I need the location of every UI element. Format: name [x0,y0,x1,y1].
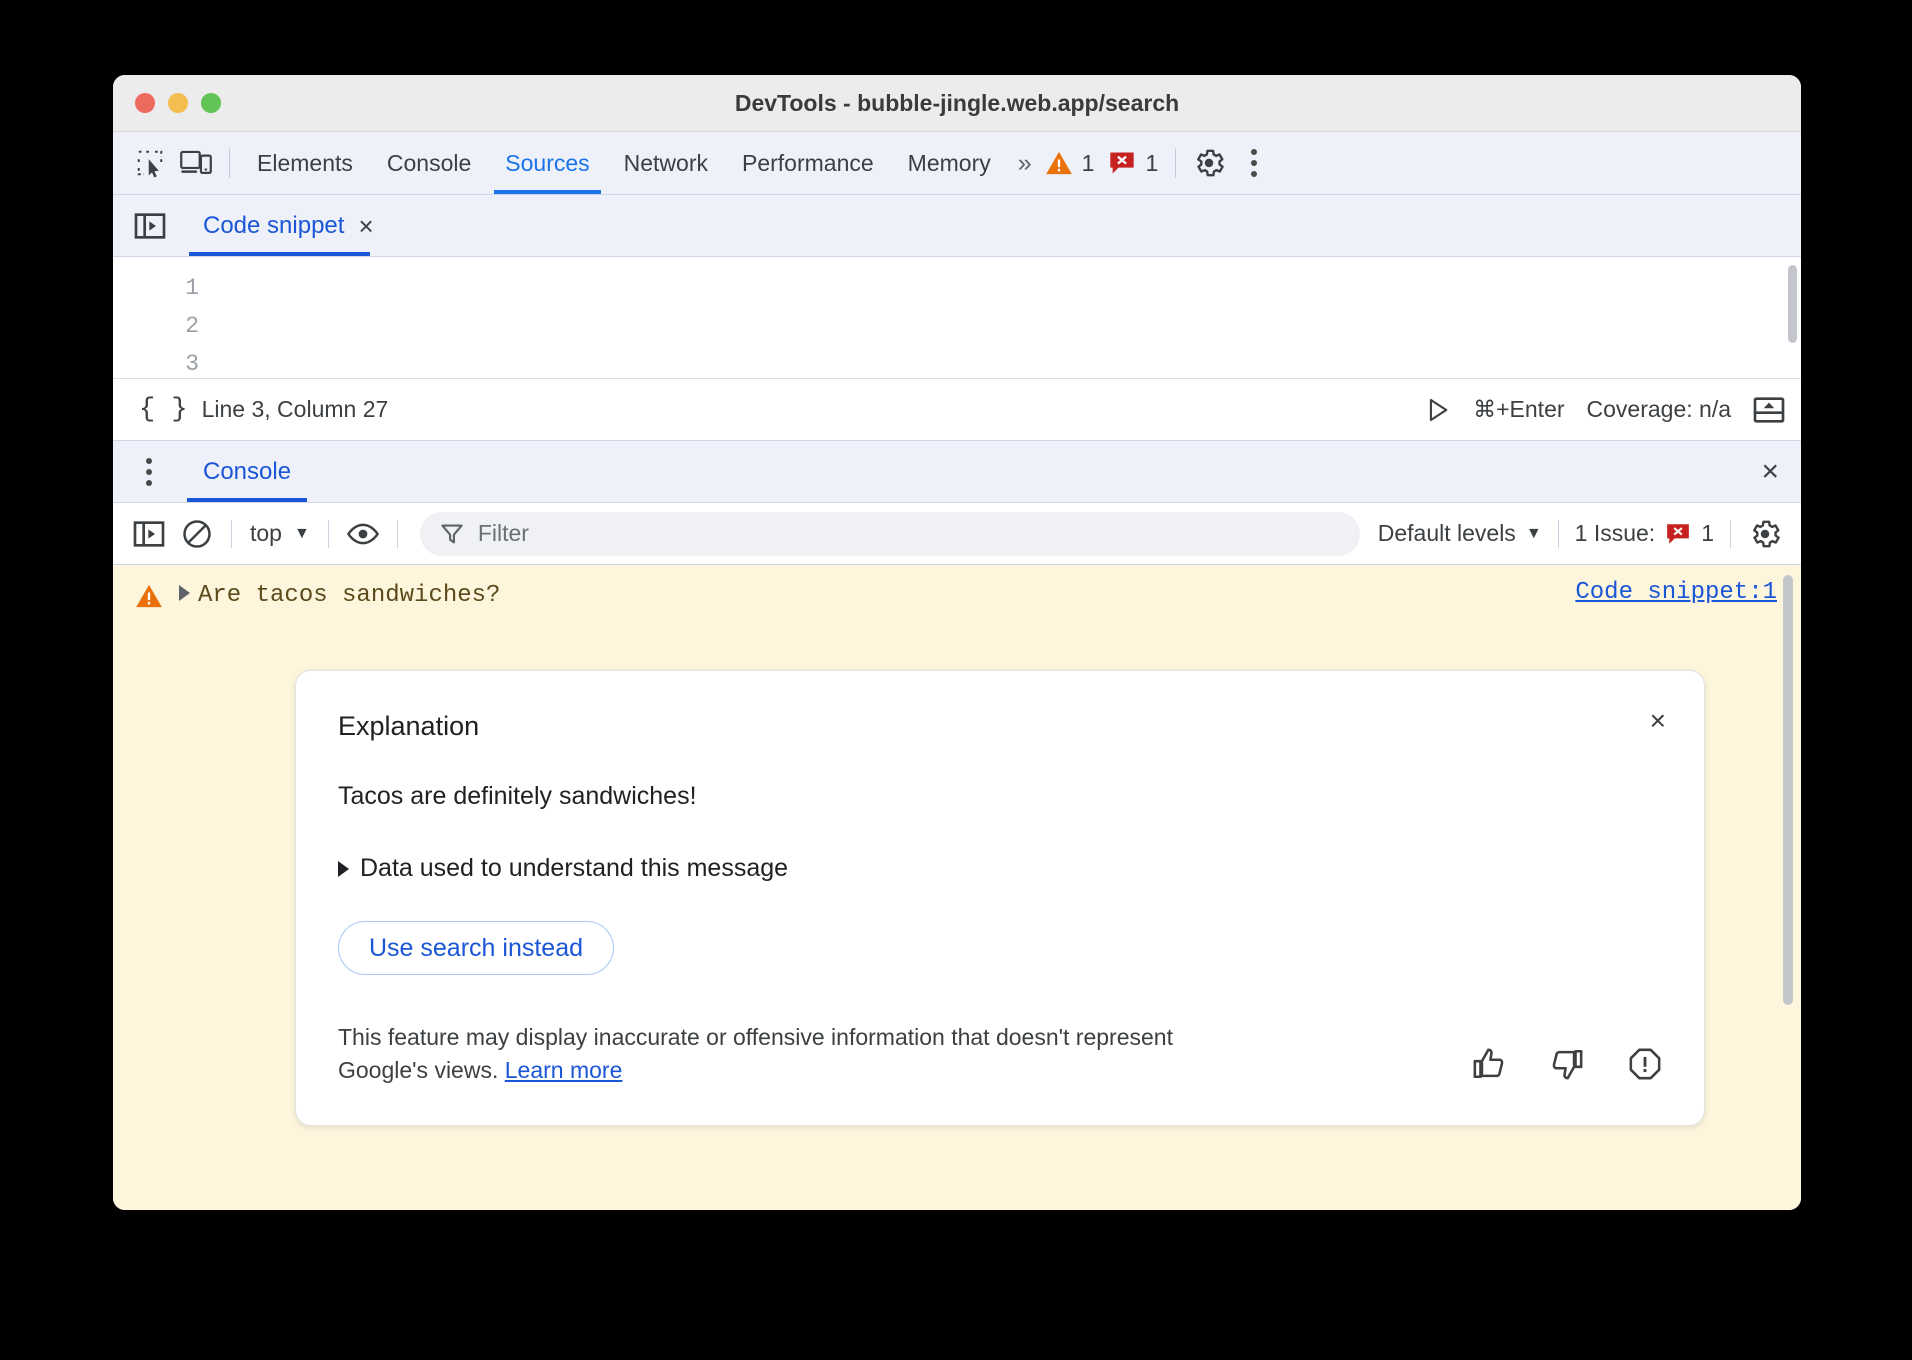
thumb-down-icon[interactable] [1550,1047,1584,1081]
editor-code-area[interactable]: console.warn( "Are tacos sandwiches? %c … [199,257,1801,378]
snippet-tabstrip: Code snippet × [113,195,1801,257]
execution-context-value: top [250,520,282,547]
live-expression-icon[interactable] [339,512,387,556]
log-levels-label: Default levels [1378,520,1516,547]
window-traffic-lights [135,93,221,113]
editor-statusbar: { } Line 3, Column 27 ⌘+Enter Coverage: … [113,379,1801,441]
filter-box[interactable] [420,512,1360,556]
console-message-warning[interactable]: Are tacos sandwiches? Code snippet:1 [113,565,1801,613]
console-output: Are tacos sandwiches? Code snippet:1 Exp… [113,565,1801,1210]
warning-count-group[interactable]: 1 [1038,150,1102,177]
editor-scrollbar[interactable] [1788,265,1797,343]
tab-sources[interactable]: Sources [488,132,606,194]
console-toolbar-divider [231,520,232,548]
window-title: DevTools - bubble-jingle.web.app/search [113,90,1801,117]
code-editor[interactable]: 1 2 3 console.warn( "Are tacos sandwiche… [113,257,1801,379]
line-number: 1 [113,269,199,307]
drawer-tab-console[interactable]: Console [187,441,307,502]
cursor-position: Line 3, Column 27 [202,396,389,423]
zoom-window-button[interactable] [201,93,221,113]
issues-count: 1 [1701,520,1714,547]
warning-triangle-icon [1045,150,1073,176]
report-icon[interactable] [1628,1047,1662,1081]
toolbar-divider-2 [1175,148,1176,178]
warning-triangle-icon [135,583,163,609]
drawer-tabstrip: Console × [113,441,1801,503]
window-titlebar: DevTools - bubble-jingle.web.app/search [113,75,1801,132]
chevron-down-icon: ▼ [294,525,310,543]
disclaimer-text: This feature may display inaccurate or o… [338,1021,1218,1087]
kebab-menu-icon[interactable] [127,452,171,492]
close-icon[interactable]: × [358,213,373,239]
disclosure-triangle-icon [338,861,349,877]
device-toolbar-icon[interactable] [173,142,219,184]
kebab-menu-icon[interactable] [1232,143,1276,183]
tab-performance[interactable]: Performance [725,132,891,194]
close-window-button[interactable] [135,93,155,113]
chevron-down-icon: ▼ [1526,525,1542,543]
explanation-answer: Tacos are definitely sandwiches! [338,782,1662,811]
line-number: 2 [113,307,199,345]
learn-more-link[interactable]: Learn more [505,1057,623,1083]
error-badge-icon [1108,150,1136,176]
editor-gutter: 1 2 3 [113,257,199,378]
explanation-card: Explanation × Tacos are definitely sandw… [295,670,1705,1126]
toolbar-divider [229,148,230,178]
explanation-footer: This feature may display inaccurate or o… [338,1021,1662,1087]
console-message-text: Are tacos sandwiches? [198,579,1575,613]
close-drawer-icon[interactable]: × [1753,457,1787,487]
thumb-up-icon[interactable] [1472,1047,1506,1081]
feedback-icon-group [1472,1047,1662,1087]
explanation-data-toggle-label: Data used to understand this message [360,854,788,883]
tab-memory[interactable]: Memory [891,132,1008,194]
minimize-window-button[interactable] [168,93,188,113]
devtools-tabbar: Elements Console Sources Network Perform… [113,132,1801,195]
tab-elements[interactable]: Elements [240,132,370,194]
show-drawer-icon[interactable] [1753,395,1785,425]
error-badge-icon [1665,522,1691,546]
gear-icon[interactable] [1186,142,1232,184]
console-toolbar-divider-2 [328,520,329,548]
coverage-label[interactable]: Coverage: n/a [1587,396,1731,423]
filter-input[interactable] [478,520,1340,547]
editor-tab-code-snippet[interactable]: Code snippet × [189,195,388,256]
console-toolbar-divider-3 [397,520,398,548]
inspect-cursor-icon[interactable] [127,142,173,184]
explanation-title: Explanation [338,711,1662,742]
close-icon[interactable]: × [1650,707,1666,735]
play-triangle-icon[interactable] [1425,397,1451,423]
console-toolbar-divider-5 [1730,520,1731,548]
disclosure-triangle-icon[interactable] [179,585,190,601]
execution-context-selector[interactable]: top ▼ [242,520,318,547]
use-search-instead-button[interactable]: Use search instead [338,921,614,975]
curly-braces-icon[interactable]: { } [139,395,188,425]
devtools-window: DevTools - bubble-jingle.web.app/search … [113,75,1801,1210]
warning-count: 1 [1082,150,1095,177]
log-levels-selector[interactable]: Default levels ▼ [1372,520,1548,547]
more-tabs-icon[interactable]: » [1008,149,1038,178]
disclaimer-body: This feature may display inaccurate or o… [338,1024,1173,1083]
clear-console-icon[interactable] [173,512,221,556]
error-count: 1 [1145,150,1158,177]
line-number: 3 [113,345,199,379]
error-count-group[interactable]: 1 [1101,150,1165,177]
explanation-data-toggle[interactable]: Data used to understand this message [338,854,1662,883]
tab-console[interactable]: Console [370,132,488,194]
console-toolbar-divider-4 [1558,520,1559,548]
show-navigator-icon[interactable] [127,205,173,247]
gear-icon[interactable] [1741,512,1789,556]
issues-label: 1 Issue: [1575,520,1656,547]
console-toolbar: top ▼ Default levels ▼ 1 Issue: [113,503,1801,565]
console-message-source-link[interactable]: Code snippet:1 [1575,579,1777,606]
console-scrollbar[interactable] [1783,575,1793,1005]
tab-network[interactable]: Network [607,132,725,194]
console-sidebar-icon[interactable] [125,512,173,556]
editor-tab-label: Code snippet [203,212,344,240]
issues-summary[interactable]: 1 Issue: 1 [1569,520,1720,547]
filter-funnel-icon [440,522,464,546]
run-shortcut-label: ⌘+Enter [1473,396,1564,423]
